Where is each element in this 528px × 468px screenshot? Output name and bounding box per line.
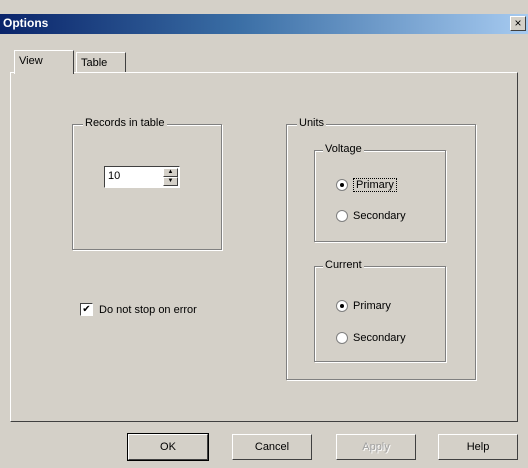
spin-up-icon[interactable]: ▲ bbox=[163, 168, 178, 177]
current-secondary-radio[interactable]: Secondary bbox=[336, 332, 406, 344]
records-spinner[interactable]: 10 ▲ ▼ bbox=[104, 166, 180, 188]
records-group-label: Records in table bbox=[83, 117, 167, 129]
records-value: 10 bbox=[108, 170, 121, 182]
voltage-primary-label: Primary bbox=[353, 178, 397, 192]
tab-view-label: View bbox=[19, 55, 43, 67]
units-group-label: Units bbox=[297, 117, 327, 129]
close-icon[interactable]: × bbox=[510, 16, 526, 31]
help-button[interactable]: Help bbox=[438, 434, 518, 460]
voltage-secondary-radio[interactable]: Secondary bbox=[336, 210, 406, 222]
ok-button[interactable]: OK bbox=[127, 433, 209, 461]
tab-table-label: Table bbox=[81, 57, 108, 69]
radio-selected-icon[interactable] bbox=[336, 300, 348, 312]
radio-unselected-icon[interactable] bbox=[336, 332, 348, 344]
voltage-group-label: Voltage bbox=[323, 143, 364, 155]
current-secondary-label: Secondary bbox=[353, 332, 406, 344]
tab-table[interactable]: Table bbox=[76, 52, 126, 74]
current-group: Current bbox=[314, 259, 446, 362]
apply-button[interactable]: Apply bbox=[336, 434, 416, 460]
spin-down-icon[interactable]: ▼ bbox=[163, 177, 178, 186]
window-title: Options bbox=[3, 16, 49, 30]
stop-on-error-label: Do not stop on error bbox=[99, 303, 197, 316]
tab-view[interactable]: View bbox=[14, 50, 74, 74]
stop-on-error-checkbox[interactable]: ✔ Do not stop on error bbox=[80, 303, 197, 316]
radio-selected-icon[interactable] bbox=[336, 179, 348, 191]
title-bar[interactable]: Options × bbox=[0, 14, 528, 34]
options-dialog: Options × View Table Records in table 10… bbox=[0, 0, 528, 468]
voltage-primary-radio[interactable]: Primary bbox=[336, 178, 397, 192]
voltage-secondary-label: Secondary bbox=[353, 210, 406, 222]
voltage-group: Voltage bbox=[314, 143, 446, 242]
cancel-button[interactable]: Cancel bbox=[232, 434, 312, 460]
radio-unselected-icon[interactable] bbox=[336, 210, 348, 222]
checkbox-icon[interactable]: ✔ bbox=[80, 303, 93, 316]
current-primary-label: Primary bbox=[353, 300, 391, 312]
current-group-label: Current bbox=[323, 259, 364, 271]
current-primary-radio[interactable]: Primary bbox=[336, 300, 391, 312]
